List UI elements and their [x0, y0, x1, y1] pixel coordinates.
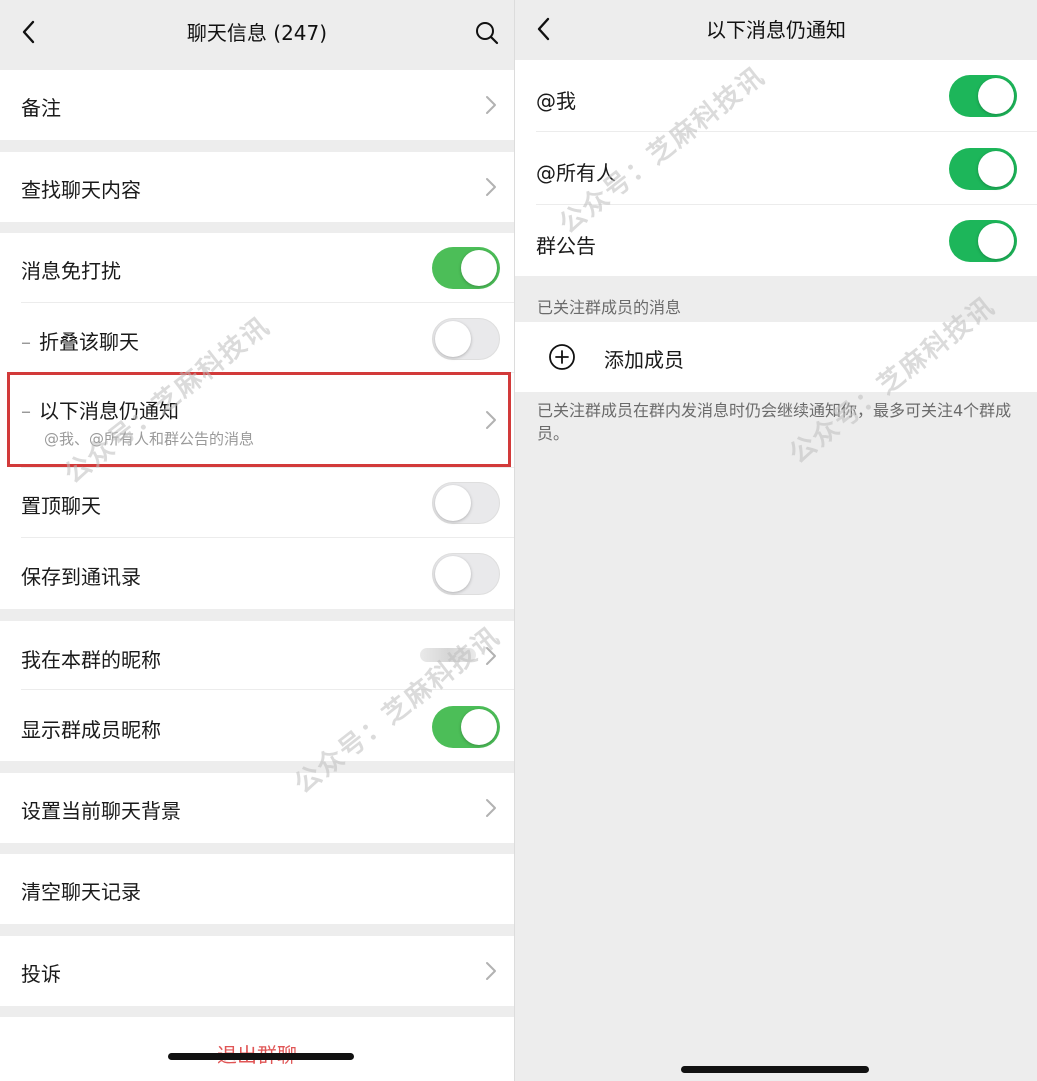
- save-to-contacts-label: 保存到通讯录: [21, 565, 141, 589]
- toggle-knob: [435, 485, 471, 521]
- toggle-knob: [978, 78, 1014, 114]
- chevron-right-icon: [486, 178, 496, 196]
- report-label: 投诉: [21, 962, 61, 986]
- add-circle-icon: [549, 344, 575, 370]
- exit-group-row[interactable]: 退出群聊: [0, 1017, 514, 1081]
- find-chat-content-label: 查找聊天内容: [21, 178, 141, 202]
- find-chat-content-row[interactable]: 查找聊天内容: [0, 152, 514, 222]
- home-indicator: [681, 1066, 869, 1073]
- my-group-nickname-label[interactable]: 我在本群的昵称: [21, 644, 161, 673]
- toggle-knob: [461, 250, 497, 286]
- announcement-label: 群公告: [536, 234, 596, 258]
- page-title: 聊天信息 (247): [186, 21, 328, 45]
- divider: [21, 689, 514, 690]
- divider: [536, 131, 1037, 132]
- toggle-knob: [435, 321, 471, 357]
- remark-row[interactable]: 备注: [0, 70, 514, 140]
- home-indicator: [168, 1053, 354, 1060]
- still-notify-screen: 以下消息仍通知 @我 @所有人 群公告 已关注群成员的消息 添加成员 已关注群成…: [515, 0, 1037, 1081]
- divider: [21, 302, 514, 303]
- add-member-label: 添加成员: [604, 348, 684, 372]
- remark-label: 备注: [21, 96, 61, 120]
- chevron-right-icon: [486, 96, 496, 114]
- clear-chat-history-row[interactable]: 清空聊天记录: [0, 854, 514, 924]
- save-to-contacts-toggle[interactable]: [432, 553, 500, 595]
- at-me-toggle[interactable]: [949, 75, 1017, 117]
- indent-dash: –: [21, 330, 31, 354]
- search-icon[interactable]: [474, 18, 500, 46]
- announcement-toggle[interactable]: [949, 220, 1017, 262]
- chevron-right-icon: [486, 799, 496, 817]
- divider: [21, 467, 514, 468]
- fold-chat-label: – 折叠该聊天: [21, 330, 139, 354]
- toggle-knob: [461, 709, 497, 745]
- show-member-nicknames-label: 显示群成员昵称: [21, 718, 161, 742]
- mute-label: 消息免打扰: [21, 259, 121, 283]
- mute-toggle[interactable]: [432, 247, 500, 289]
- chevron-right-icon: [486, 962, 496, 980]
- at-all-label: @所有人: [536, 161, 616, 185]
- show-member-nicknames-toggle[interactable]: [432, 706, 500, 748]
- nickname-settings-group: 我在本群的昵称 显示群成员昵称: [0, 621, 514, 761]
- chat-background-row[interactable]: 设置当前聊天背景: [0, 773, 514, 843]
- toggle-knob: [435, 556, 471, 592]
- mention-settings-group: @我 @所有人 群公告: [515, 60, 1037, 276]
- fold-chat-toggle[interactable]: [432, 318, 500, 360]
- chevron-right-icon[interactable]: [484, 645, 498, 667]
- chat-background-label: 设置当前聊天背景: [21, 799, 181, 823]
- pin-chat-label: 置顶聊天: [21, 494, 101, 518]
- add-member-row[interactable]: 添加成员: [515, 322, 1037, 392]
- at-all-toggle[interactable]: [949, 148, 1017, 190]
- followed-members-footnote: 已关注群成员在群内发消息时仍会继续通知你，最多可关注4个群成员。: [537, 401, 1012, 443]
- divider: [536, 204, 1037, 205]
- clear-chat-history-label: 清空聊天记录: [21, 880, 141, 904]
- navigation-bar: 聊天信息 (247): [0, 0, 514, 62]
- chat-info-screen: 聊天信息 (247) 备注 查找聊天内容 消息免打扰 – 折叠该聊天 – 以下消息仍…: [0, 0, 514, 1081]
- navigation-bar: 以下消息仍通知: [515, 0, 1037, 62]
- toggle-knob: [978, 151, 1014, 187]
- followed-members-section-title: 已关注群成员的消息: [537, 298, 682, 317]
- page-title: 以下消息仍通知: [706, 18, 846, 42]
- report-row[interactable]: 投诉: [0, 936, 514, 1006]
- divider: [21, 537, 514, 538]
- at-me-label: @我: [536, 89, 576, 113]
- toggle-knob: [978, 223, 1014, 259]
- blurred-nickname-value: [420, 648, 476, 662]
- pin-chat-toggle[interactable]: [432, 482, 500, 524]
- highlight-box: [7, 372, 511, 467]
